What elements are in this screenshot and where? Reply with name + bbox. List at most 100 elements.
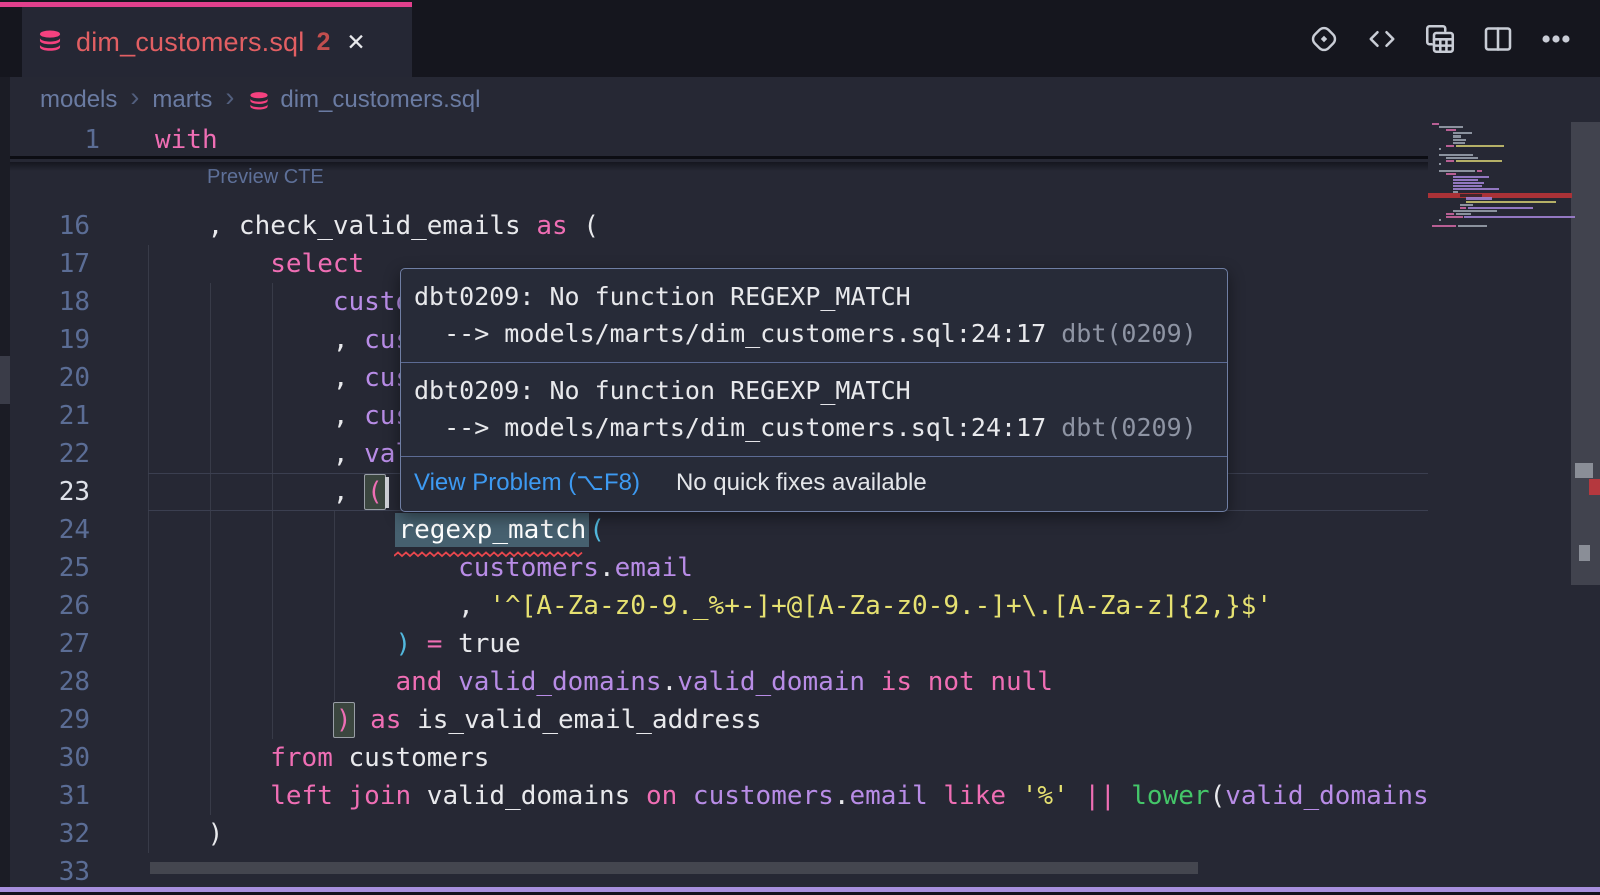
code-token: as: [370, 705, 401, 735]
indent-guide: [334, 511, 335, 701]
code-text: select: [145, 245, 364, 283]
overview-ruler-mark: [1589, 479, 1600, 495]
minimap-line: [1453, 179, 1479, 181]
problem-location: --> models/marts/dim_customers.sql:24:17: [414, 319, 1061, 348]
breadcrumb-file[interactable]: dim_customers.sql: [280, 86, 480, 114]
table-copy-icon[interactable]: [1422, 21, 1458, 57]
code-token: [975, 667, 991, 697]
code-text: and valid_domains.valid_domain is not nu…: [145, 663, 1053, 701]
sticky-scroll-line[interactable]: 1 with: [10, 121, 1428, 159]
code-token: on: [646, 781, 677, 811]
minimap-line: [1453, 210, 1498, 212]
code-line-16[interactable]: 16 , check_valid_emails as (: [0, 207, 1428, 245]
minimap-line: [1453, 176, 1489, 178]
line-number-1[interactable]: 1: [20, 121, 100, 159]
minimap-line: [1453, 139, 1467, 141]
line-number-25[interactable]: 25: [10, 549, 90, 587]
minimap-line: [1458, 225, 1487, 227]
code-line-30[interactable]: 30 from customers: [0, 739, 1428, 777]
problem-title: dbt0209: No function REGEXP_MATCH: [414, 282, 911, 311]
line-number-27[interactable]: 27: [10, 625, 90, 663]
line-number-20[interactable]: 20: [10, 359, 90, 397]
code-token: like: [943, 781, 1006, 811]
line-number-26[interactable]: 26: [10, 587, 90, 625]
minimap-line: [1477, 170, 1482, 172]
code-line-32[interactable]: 32 ): [0, 815, 1428, 853]
split-editor-icon[interactable]: [1480, 21, 1516, 57]
line-number-21[interactable]: 21: [10, 397, 90, 435]
code-line-26[interactable]: 26 , '^[A-Za-z0-9._%+-]+@[A-Za-z0-9.-]+\…: [0, 587, 1428, 625]
minimap-line: [1432, 123, 1439, 125]
error-squiggle: [394, 545, 584, 552]
code-line-25[interactable]: 25 customers.email: [0, 549, 1428, 587]
line-number-33[interactable]: 33: [10, 853, 90, 891]
code-line-31[interactable]: 31 left join valid_domains on customers.…: [0, 777, 1428, 815]
line-number-29[interactable]: 29: [10, 701, 90, 739]
code-text: ): [145, 815, 223, 853]
code-token: [355, 705, 371, 735]
code-token: [928, 781, 944, 811]
overview-ruler-mark: [1575, 463, 1593, 478]
view-problem-link[interactable]: View Problem (⌥F8): [414, 468, 640, 497]
breadcrumb-models[interactable]: models: [40, 86, 117, 114]
code-text: ) as is_valid_email_address: [145, 701, 762, 739]
line-number-32[interactable]: 32: [10, 815, 90, 853]
database-icon: [247, 90, 271, 114]
code-token: ): [333, 702, 355, 738]
code-token: '%': [1022, 781, 1069, 811]
horizontal-scrollbar-thumb[interactable]: [150, 862, 1198, 874]
line-number-23[interactable]: 23: [10, 473, 90, 511]
code-token: .: [662, 667, 678, 697]
code-token: email: [615, 553, 693, 583]
code-token: [677, 781, 693, 811]
indent-guide: [210, 283, 211, 815]
no-quick-fixes-label: No quick fixes available: [676, 469, 927, 497]
editor-window: dim_customers.sql 2 ✕: [0, 0, 1600, 895]
minimap-line: [1453, 185, 1482, 187]
minimap-line: [1439, 148, 1441, 150]
minimap-line: [1439, 154, 1473, 156]
minimap-line: [1464, 216, 1574, 218]
code-text: ) = true: [145, 625, 521, 663]
codelens-preview-cte[interactable]: Preview CTE: [207, 166, 324, 189]
minimap[interactable]: [1428, 123, 1572, 231]
code-token: ): [395, 629, 411, 659]
minimap-line: [1446, 129, 1456, 131]
code-token: lower: [1131, 781, 1209, 811]
indent-guide: [148, 245, 149, 853]
tab-dim-customers-sql[interactable]: dim_customers.sql 2 ✕: [22, 7, 412, 77]
vertical-scrollbar-thumb[interactable]: [1571, 122, 1600, 585]
dbt-logo-icon[interactable]: [1306, 21, 1342, 57]
code-token: [865, 667, 881, 697]
code-line-27[interactable]: 27 ) = true: [0, 625, 1428, 663]
line-number-28[interactable]: 28: [10, 663, 90, 701]
line-number-19[interactable]: 19: [10, 321, 90, 359]
code-token: from: [270, 743, 333, 773]
code-line-29[interactable]: 29 ) as is_valid_email_address: [0, 701, 1428, 739]
error-word-highlight: regexp_match: [395, 513, 589, 547]
minimap-line: [1446, 160, 1455, 162]
line-number-18[interactable]: 18: [10, 283, 90, 321]
code-icon[interactable]: [1364, 21, 1400, 57]
line-number-31[interactable]: 31: [10, 777, 90, 815]
minimap-line: [1439, 126, 1463, 128]
problem-source: dbt(0209): [1061, 413, 1196, 442]
line-number-24[interactable]: 24: [10, 511, 90, 549]
line-number-30[interactable]: 30: [10, 739, 90, 777]
code-token: join: [349, 781, 412, 811]
line-number-22[interactable]: 22: [10, 435, 90, 473]
code-token: ,: [333, 325, 364, 355]
code-token: =: [427, 629, 443, 659]
minimap-line: [1446, 173, 1456, 175]
code-token: (: [589, 515, 605, 545]
more-actions-icon[interactable]: [1538, 21, 1574, 57]
code-line-24[interactable]: 24 regexp_match(: [0, 511, 1428, 549]
breadcrumb-marts[interactable]: marts: [152, 86, 212, 114]
code-token: (: [568, 211, 599, 241]
line-number-17[interactable]: 17: [10, 245, 90, 283]
code-token: email: [849, 781, 927, 811]
line-number-16[interactable]: 16: [10, 207, 90, 245]
problem-message: dbt0209: No function REGEXP_MATCH --> mo…: [401, 363, 1227, 456]
close-icon[interactable]: ✕: [346, 29, 365, 56]
code-line-28[interactable]: 28 and valid_domains.valid_domain is not…: [0, 663, 1428, 701]
